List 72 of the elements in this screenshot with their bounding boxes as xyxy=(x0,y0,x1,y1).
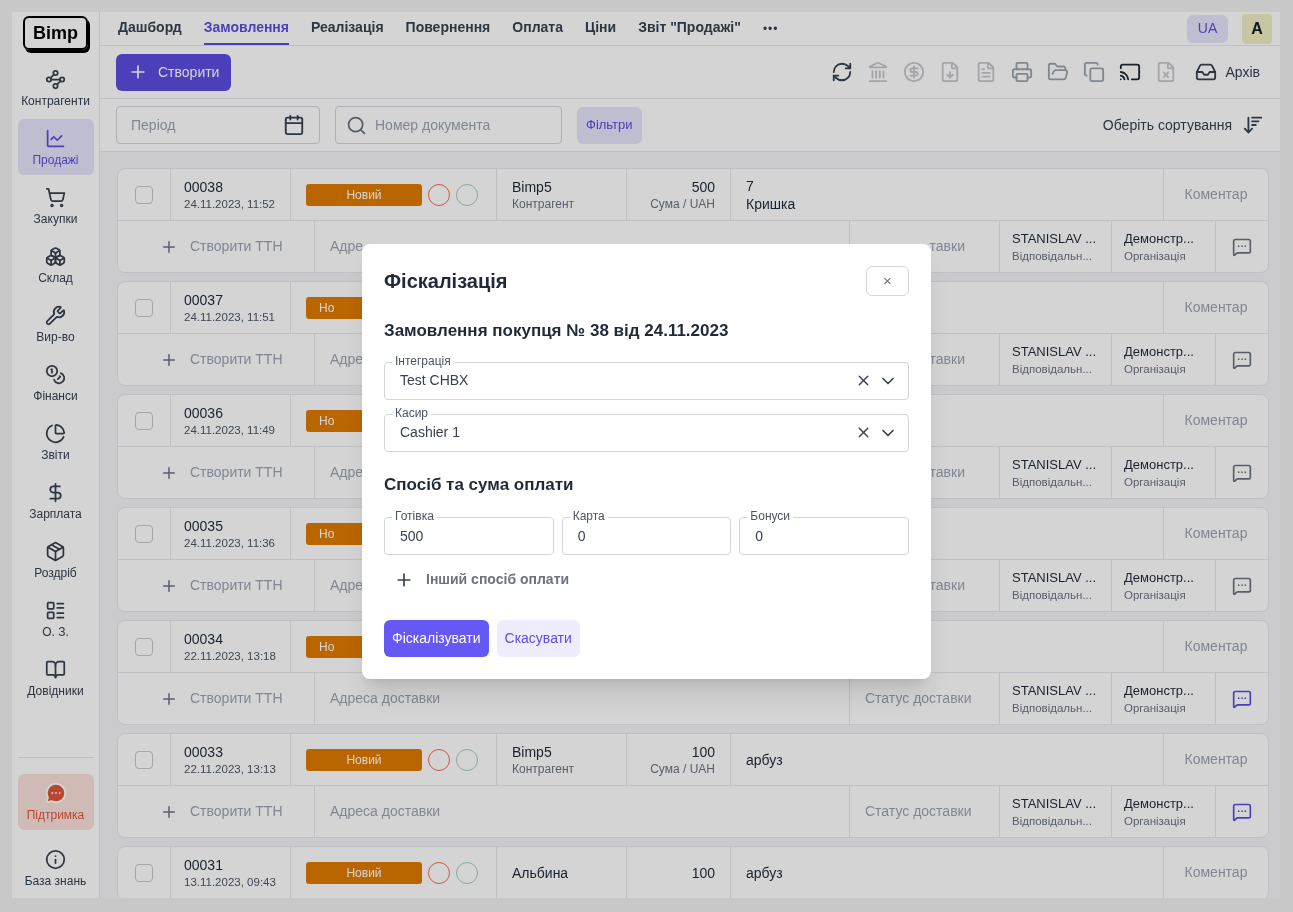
delivery-status: Статус доставки xyxy=(865,802,972,821)
client-name: Bimp5 xyxy=(512,742,553,761)
person-name: STANISLAV ... xyxy=(1012,229,1098,248)
order-date: 13.11.2023, 09:43 xyxy=(184,874,277,890)
sum-label: Сума / UAH xyxy=(650,760,715,777)
organization-label: Організація xyxy=(1124,474,1187,490)
field-label: Інтеграція xyxy=(392,353,454,368)
order-date: 24.11.2023, 11:49 xyxy=(184,422,277,438)
client-name: Bimp5 xyxy=(512,177,553,196)
comment-text: Кришка xyxy=(746,194,797,213)
address-text: Адре xyxy=(330,237,364,256)
order-date: 22.11.2023, 13:18 xyxy=(184,648,277,664)
client-label: Контрагент xyxy=(512,760,576,777)
delivery-status: тавки xyxy=(929,237,965,256)
sum-label: Сума / UAH xyxy=(650,195,715,212)
person-label: Відповідальн... xyxy=(1012,587,1093,603)
order-number: 00035 xyxy=(184,516,224,535)
order-date: 24.11.2023, 11:51 xyxy=(184,309,277,325)
person-label: Відповідальн... xyxy=(1012,474,1093,490)
payment-heading: Спосіб та сума оплати xyxy=(384,473,575,496)
organization-name: Демонстр... xyxy=(1124,229,1195,248)
organization-name: Демонстр... xyxy=(1124,342,1195,361)
organization-name: Демонстр... xyxy=(1124,681,1195,700)
order-sum: 500 xyxy=(691,177,715,196)
organization-name: Демонстр... xyxy=(1124,568,1195,587)
field-label: Бонуси xyxy=(747,509,794,523)
order-date: 24.11.2023, 11:36 xyxy=(184,535,277,551)
address-text: Адре xyxy=(330,576,364,595)
order-number: 00037 xyxy=(184,290,224,309)
person-name: STANISLAV ... xyxy=(1012,342,1098,361)
person-label: Відповідальн... xyxy=(1012,700,1093,716)
client-label: Контрагент xyxy=(512,195,576,212)
client-name: Альбина xyxy=(512,863,570,882)
organization-label: Організація xyxy=(1124,248,1187,264)
person-label: Відповідальн... xyxy=(1012,361,1093,377)
order-heading: Замовлення покупця № 38 від 24.11.2023 xyxy=(384,320,730,342)
person-name: STANISLAV ... xyxy=(1012,794,1098,813)
field-label: Карта xyxy=(569,509,608,523)
organization-name: Демонстр... xyxy=(1124,794,1195,813)
organization-label: Організація xyxy=(1124,700,1187,716)
order-number: 00034 xyxy=(184,629,224,648)
person-label: Відповідальн... xyxy=(1012,813,1093,829)
person-name: STANISLAV ... xyxy=(1012,681,1098,700)
person-name: STANISLAV ... xyxy=(1012,568,1098,587)
order-number: 00033 xyxy=(184,742,224,761)
person-label: Відповідальн... xyxy=(1012,248,1093,264)
delivery-status: тавки xyxy=(929,463,965,482)
delivery-status: тавки xyxy=(929,576,965,595)
organization-label: Організація xyxy=(1124,361,1187,377)
comment-text: арбуз xyxy=(746,750,784,769)
address-text: Адреса доставки xyxy=(330,802,441,821)
field-label: Касир xyxy=(392,405,432,420)
order-number: 00031 xyxy=(184,855,224,874)
organization-label: Організація xyxy=(1124,813,1187,829)
address-text: Адреса доставки xyxy=(330,689,441,708)
address-text: Адре xyxy=(330,463,364,482)
delivery-status: тавки xyxy=(929,350,965,369)
field-label: Готівка xyxy=(392,509,437,523)
person-name: STANISLAV ... xyxy=(1012,455,1098,474)
order-date: 22.11.2023, 13:13 xyxy=(184,761,277,777)
comment-text: арбуз xyxy=(746,863,784,882)
order-number: 00036 xyxy=(184,403,224,422)
organization-label: Організація xyxy=(1124,587,1187,603)
order-number: 00038 xyxy=(184,177,224,196)
delivery-status: Статус доставки xyxy=(865,689,972,708)
comment-text: 7 xyxy=(746,176,755,195)
order-date: 24.11.2023, 11:52 xyxy=(184,196,277,212)
organization-name: Демонстр... xyxy=(1124,455,1195,474)
dialog-title: Фіскалізація xyxy=(384,269,508,294)
order-sum: 100 xyxy=(691,742,715,761)
order-sum: 100 xyxy=(691,863,715,882)
address-text: Адре xyxy=(330,350,364,369)
